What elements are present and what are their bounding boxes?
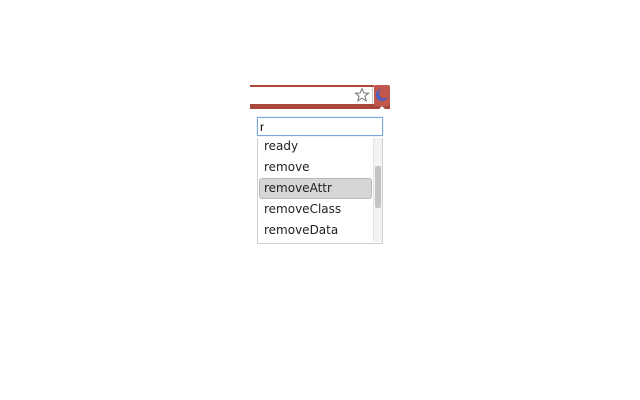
list-item-ready[interactable]: ready	[259, 138, 372, 157]
list-item-removeclass[interactable]: removeClass	[259, 199, 372, 220]
screen: ready remove removeAttr removeClass remo…	[0, 0, 640, 400]
list-item-remove[interactable]: remove	[259, 157, 372, 178]
toolbar-bottom-border	[250, 104, 390, 109]
suggestion-list: ready remove removeAttr removeClass remo…	[257, 138, 383, 244]
list-item-removeattr[interactable]: removeAttr	[259, 178, 372, 199]
scrollbar[interactable]	[373, 138, 382, 242]
browser-toolbar	[250, 85, 390, 110]
popup-arrow	[378, 106, 386, 110]
scroll-thumb[interactable]	[375, 166, 381, 208]
suggestion-items: ready remove removeAttr removeClass remo…	[258, 138, 373, 241]
search-input[interactable]	[257, 117, 383, 136]
list-item-removedata[interactable]: removeData	[259, 220, 372, 241]
star-icon[interactable]	[354, 87, 370, 103]
extension-button[interactable]	[374, 85, 390, 106]
crescent-moon-icon	[376, 88, 389, 101]
autocomplete-popup: ready remove removeAttr removeClass remo…	[256, 116, 384, 244]
